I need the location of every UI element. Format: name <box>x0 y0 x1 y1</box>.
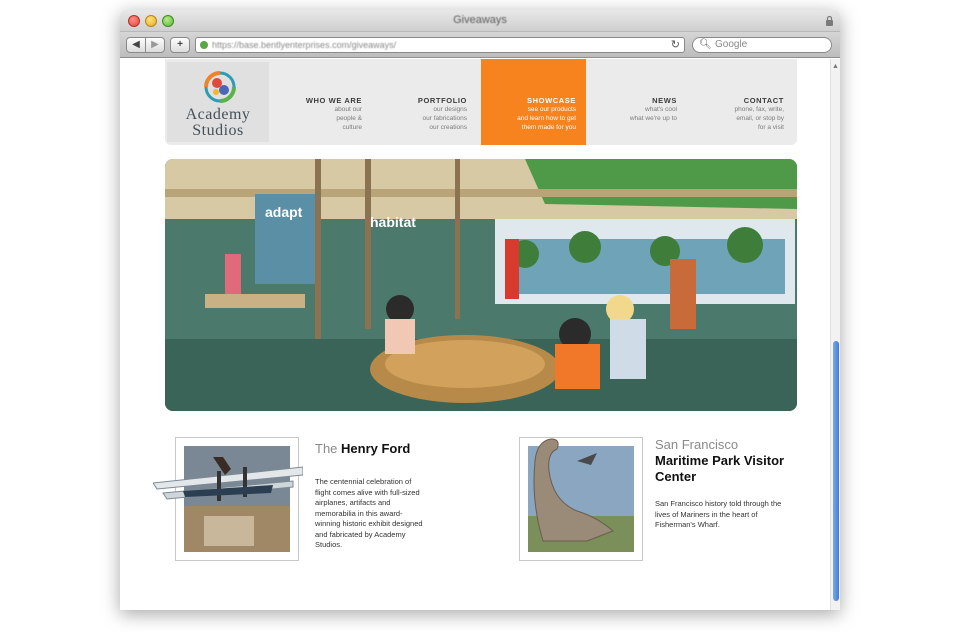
sign-adapt: adapt <box>265 204 303 220</box>
search-placeholder: Google <box>715 39 748 50</box>
airplane-illustration <box>153 457 303 501</box>
nav-who-we-are[interactable]: WHO WE ARE about our people & culture <box>271 59 372 145</box>
exhibit-sketch-image: adapt habitat <box>165 159 797 411</box>
back-button[interactable]: ◀ <box>126 37 146 53</box>
title-bar: Giveaways <box>120 10 840 32</box>
nav-subtitle: phone, fax, write, email, or stop by for… <box>734 106 785 131</box>
site-page: Academy Studios WHO WE ARE about our peo… <box>153 59 797 561</box>
address-url: https://base.bentlyenterprises.com/givea… <box>212 40 397 50</box>
dinosaur-illustration <box>533 438 614 542</box>
nav-title: PORTFOLIO <box>417 96 467 105</box>
nav-title: NEWS <box>652 96 677 105</box>
feature-title-main: Maritime Park Visitor Center <box>655 453 785 484</box>
address-bar[interactable]: https://base.bentlyenterprises.com/givea… <box>195 37 685 53</box>
lock-icon <box>826 15 833 26</box>
logo-emblem-icon <box>204 71 236 103</box>
scrollbar-thumb[interactable] <box>833 341 839 601</box>
nav-contact[interactable]: CONTACT phone, fax, write, email, or sto… <box>691 59 794 145</box>
feature-title-prefix: The <box>315 441 342 456</box>
nav-news[interactable]: NEWS what's cool what we're up to <box>586 59 687 145</box>
forward-arrow-icon: ▶ <box>151 39 159 50</box>
nav-subtitle: see our products and learn how to get th… <box>517 106 576 131</box>
feature-description: The centennial celebration of flight com… <box>315 477 423 549</box>
forward-button[interactable]: ▶ <box>145 37 165 53</box>
nav-portfolio[interactable]: PORTFOLIO our designs our fabrications o… <box>375 59 477 145</box>
feature-title-main: Henry Ford <box>341 441 411 456</box>
browser-window: Giveaways ◀ ▶ + https://base.bentlyenter… <box>120 10 840 610</box>
nav-title: SHOWCASE <box>527 96 576 105</box>
search-field[interactable]: 🔍︎ Google <box>692 37 832 53</box>
window-title: Giveaways <box>453 14 507 26</box>
nav-subtitle: our designs our fabrications our creatio… <box>422 106 467 131</box>
feature-description: San Francisco history told through the l… <box>655 499 782 529</box>
back-arrow-icon: ◀ <box>132 39 140 50</box>
site-logo[interactable]: Academy Studios <box>167 62 269 142</box>
site-header: Academy Studios WHO WE ARE about our peo… <box>165 59 797 145</box>
nav-subtitle: what's cool what we're up to <box>629 106 677 122</box>
hero-illustration[interactable]: adapt habitat <box>165 159 797 411</box>
reload-icon[interactable]: ↻ <box>671 38 680 52</box>
nav-title: WHO WE ARE <box>305 96 362 105</box>
nav-title: CONTACT <box>743 96 784 105</box>
nav-subtitle: about our people & culture <box>334 106 362 131</box>
scroll-up-arrow-icon[interactable]: ▲ <box>832 63 839 70</box>
vertical-scrollbar[interactable]: ▲ <box>830 59 840 610</box>
feature-title[interactable]: The Henry Ford <box>315 441 475 457</box>
plus-icon: + <box>177 39 183 50</box>
logo-text-line2: Studios <box>192 122 244 139</box>
site-favicon-icon <box>200 41 208 49</box>
add-bookmark-button[interactable]: + <box>170 37 190 53</box>
nav-showcase[interactable]: SHOWCASE see our products and learn how … <box>481 59 586 145</box>
sign-habitat: habitat <box>370 214 416 230</box>
feature-title-prefix: San Francisco <box>655 437 739 452</box>
page-viewport[interactable]: ▲ Academy Studios WHO WE ARE about our p… <box>120 59 840 610</box>
browser-toolbar: ◀ ▶ + https://base.bentlyenterprises.com… <box>120 32 840 58</box>
search-icon: 🔍︎ <box>699 39 712 50</box>
feature-title[interactable]: San Francisco Maritime Park Visitor Cent… <box>655 437 797 485</box>
